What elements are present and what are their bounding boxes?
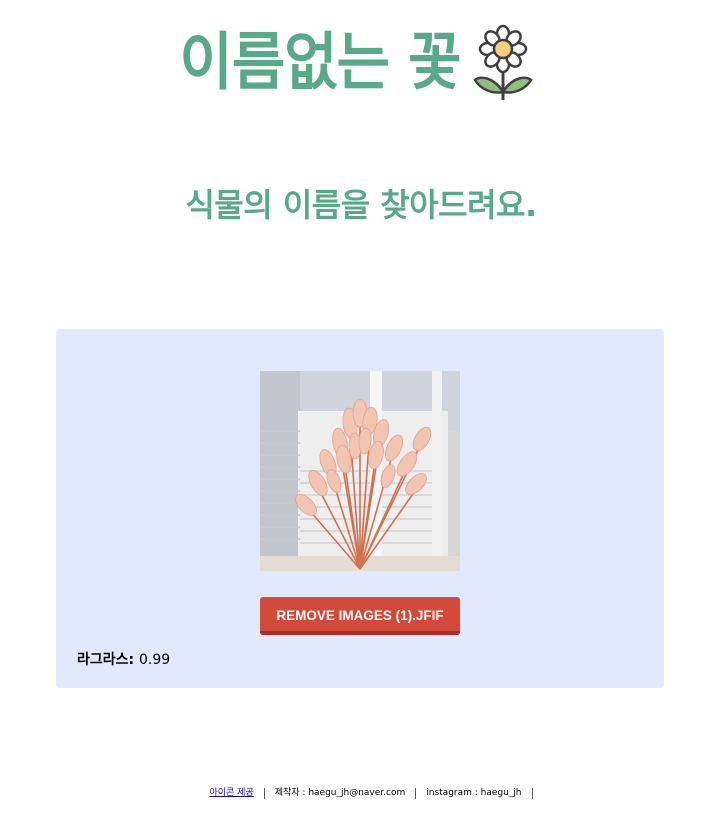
icon-credit-link[interactable]: 아이콘 제공 (209, 788, 253, 798)
prediction-label: 라그라스: (77, 652, 135, 668)
flower-icon (472, 24, 533, 100)
remove-image-button[interactable]: REMOVE IMAGES (1).JFIF (260, 597, 460, 635)
footer-maker: 제작자 : haegu_jh@naver.com (265, 788, 417, 799)
footer-instagram: instagram : haegu_jh (416, 788, 533, 799)
footer-icon-credit: 아이콘 제공 (209, 788, 265, 799)
footer: 아이콘 제공 제작자 : haegu_jh@naver.com instagra… (0, 788, 722, 799)
upload-panel: REMOVE IMAGES (1).JFIF 라그라스: 0.99 (56, 329, 664, 688)
prediction-result: 라그라스: 0.99 (77, 649, 170, 669)
plant-photo (260, 371, 460, 571)
prediction-score: 0.99 (139, 652, 171, 668)
site-header: 이름없는 꽃 (0, 22, 722, 102)
page-subtitle: 식물의 이름을 찾아드려요. (185, 186, 537, 224)
site-title: 이름없는 꽃 (179, 25, 462, 99)
